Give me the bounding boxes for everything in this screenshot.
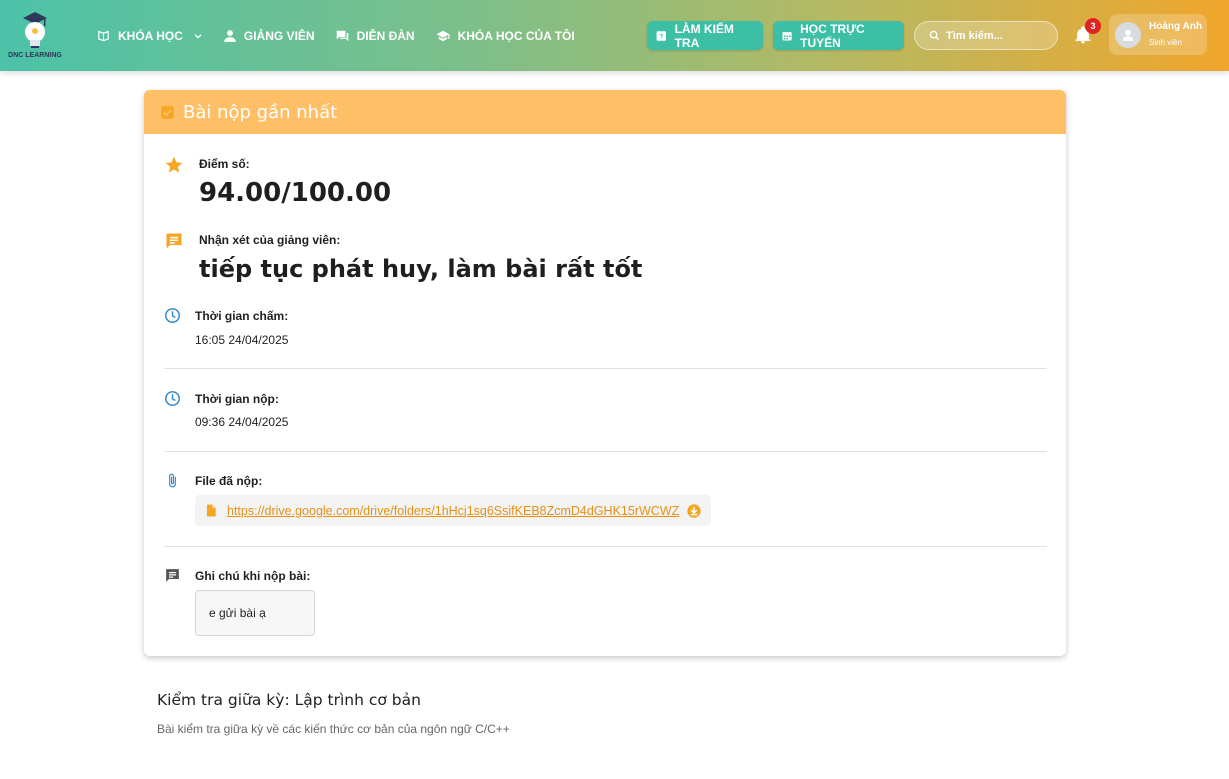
- online-learning-label: HỌC TRỰC TUYẾN: [800, 21, 865, 50]
- file-label: File đã nộp:: [195, 474, 263, 488]
- nav-forum-label: DIỄN ĐÀN: [356, 28, 415, 43]
- nav-my-courses[interactable]: KHÓA HỌC CỦA TÔI: [435, 29, 575, 43]
- search-input[interactable]: [946, 29, 1046, 42]
- submit-time-label: Thời gian nộp:: [195, 392, 279, 406]
- top-navbar: DNC LEARNING KHÓA HỌC GIẢNG VIÊN DIỄN ĐÀ…: [0, 0, 1229, 71]
- nav-courses-label: KHÓA HỌC: [118, 28, 183, 43]
- graduation-bulb-icon: [23, 12, 47, 48]
- main-nav: KHÓA HỌC GIẢNG VIÊN DIỄN ĐÀN KHÓA HỌC CỦ…: [96, 0, 595, 71]
- comment-icon: [166, 233, 182, 249]
- card-header: Bài nộp gần nhất: [144, 90, 1066, 134]
- take-test-button[interactable]: ? LÀM KIỂM TRA: [647, 21, 763, 50]
- checkbox-checked-icon: [161, 105, 174, 119]
- note-comment-icon: [166, 569, 179, 582]
- submitted-file: https://drive.google.com/drive/folders/1…: [195, 495, 711, 526]
- notification-badge: 3: [1085, 18, 1101, 34]
- nav-teachers-label: GIẢNG VIÊN: [243, 28, 315, 43]
- search-box[interactable]: [914, 21, 1058, 50]
- nav-my-courses-label: KHÓA HỌC CỦA TÔI: [457, 28, 575, 43]
- nav-forum[interactable]: DIỄN ĐÀN: [335, 29, 415, 43]
- paperclip-icon: [169, 473, 176, 488]
- note-label: Ghi chú khi nộp bài:: [195, 569, 311, 583]
- search-icon: [929, 30, 940, 41]
- avatar: [1115, 21, 1141, 48]
- divider: [164, 451, 1047, 452]
- divider: [164, 546, 1047, 547]
- chevron-down-icon: [194, 33, 202, 39]
- file-link[interactable]: https://drive.google.com/drive/folders/1…: [227, 504, 685, 518]
- online-learning-button[interactable]: HỌC TRỰC TUYẾN: [773, 21, 904, 50]
- user-info: Hoàng Anh Sinh viên: [1149, 20, 1202, 47]
- dnc-logo[interactable]: DNC LEARNING: [6, 8, 64, 64]
- svg-text:?: ?: [659, 33, 663, 40]
- user-name: Hoàng Anh: [1149, 20, 1202, 32]
- user-role: Sinh viên: [1149, 37, 1182, 47]
- card-title: Bài nộp gần nhất: [183, 101, 338, 123]
- score-value: 94.00/100.00: [199, 178, 392, 208]
- logo-text: DNC LEARNING: [8, 52, 62, 59]
- book-open-icon: [98, 30, 109, 41]
- clock-icon: [165, 308, 180, 323]
- user-menu[interactable]: Hoàng Anh Sinh viên: [1109, 14, 1207, 55]
- note-value: e gửi bài ạ: [195, 590, 315, 636]
- forum-icon: [336, 30, 348, 41]
- divider: [164, 368, 1047, 369]
- graded-time-label: Thời gian chấm:: [195, 309, 289, 323]
- graded-time-value: 16:05 24/04/2025: [195, 333, 289, 347]
- exam-title: Kiểm tra giữa kỳ: Lập trình cơ bản: [157, 691, 421, 709]
- exam-description: Bài kiểm tra giữa kỳ về các kiến thức cơ…: [157, 722, 510, 736]
- quiz-icon: ?: [656, 30, 667, 41]
- take-test-label: LÀM KIỂM TRA: [674, 21, 734, 50]
- score-label: Điểm số:: [199, 157, 250, 171]
- calendar-icon: [782, 31, 792, 41]
- star-icon: [165, 156, 183, 173]
- file-icon: [206, 504, 216, 517]
- nav-teachers[interactable]: GIẢNG VIÊN: [223, 29, 315, 43]
- submit-time-value: 09:36 24/04/2025: [195, 415, 289, 429]
- nav-courses[interactable]: KHÓA HỌC: [96, 29, 203, 43]
- clock-icon: [165, 391, 180, 406]
- comment-value: tiếp tục phát huy, làm bài rất tốt: [199, 255, 643, 283]
- person-icon: [224, 29, 236, 42]
- latest-submission-card: Bài nộp gần nhất Điểm số: 94.00/100.00 N…: [144, 90, 1066, 656]
- comment-label: Nhận xét của giảng viên:: [199, 233, 341, 247]
- school-cap-icon: [436, 30, 450, 41]
- download-icon[interactable]: [686, 503, 702, 519]
- user-avatar-icon: [1122, 29, 1134, 41]
